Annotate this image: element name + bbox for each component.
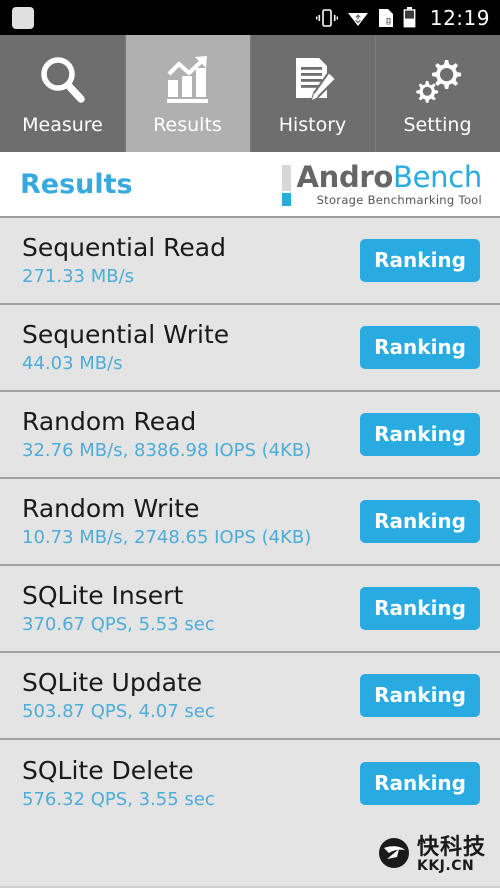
status-bar-right: 12:19 [315,5,490,30]
result-value: 503.87 QPS, 4.07 sec [22,700,215,722]
wifi-icon [347,9,369,27]
result-name: Random Write [22,493,200,523]
tab-bar: Measure Results History Setting [0,35,500,152]
logo-bar-mark [282,164,292,206]
result-value: 10.73 MB/s, 2748.65 IOPS (4KB) [22,526,312,548]
result-texts: Random Write 10.73 MB/s, 2748.65 IOPS (4… [22,494,311,550]
result-texts: SQLite Delete 576.32 QPS, 3.55 sec [22,756,215,812]
watermark: 快科技 KKJ.CN [377,836,486,874]
battery-icon [403,7,416,28]
tab-measure-label: Measure [22,113,103,136]
tab-setting-label: Setting [403,113,472,136]
table-row[interactable]: Sequential Write 44.03 MB/s Ranking [0,305,500,392]
tab-history[interactable]: History [250,35,375,152]
result-name: SQLite Update [22,667,203,697]
result-texts: SQLite Insert 370.67 QPS, 5.53 sec [22,581,215,637]
vibrate-icon [315,8,338,27]
table-row[interactable]: SQLite Update 503.87 QPS, 4.07 sec Ranki… [0,653,500,740]
results-list: Sequential Read 271.33 MB/s Ranking Sequ… [0,218,500,888]
logo-tagline: Storage Benchmarking Tool [316,192,482,207]
ranking-button[interactable]: Ranking [360,674,480,717]
app-square-icon [12,6,34,29]
result-value: 271.33 MB/s [22,265,135,287]
sim-card-icon [378,8,394,28]
logo-bench: Bench [393,159,482,194]
androbench-logo: AndroBench Storage Benchmarking Tool [282,162,482,207]
result-name: Sequential Read [22,232,226,262]
status-bar-left [12,6,316,29]
watermark-en: KKJ.CN [416,857,475,874]
watermark-text: 快科技 KKJ.CN [416,834,486,874]
result-name: Sequential Write [22,319,230,349]
ranking-button[interactable]: Ranking [360,239,480,282]
bar-chart-arrow-icon [162,52,214,108]
tab-results-label: Results [153,113,222,136]
result-value: 44.03 MB/s [22,352,123,374]
ranking-button[interactable]: Ranking [360,326,480,369]
tab-history-label: History [278,113,347,136]
table-row[interactable]: Random Read 32.76 MB/s, 8386.98 IOPS (4K… [0,392,500,479]
table-row[interactable]: SQLite Delete 576.32 QPS, 3.55 sec Ranki… [0,740,500,827]
watermark-cn: 快科技 [416,834,486,860]
tab-setting[interactable]: Setting [375,35,500,152]
logo-wordmark: AndroBench [296,162,482,192]
magnifier-icon [37,52,89,108]
gears-icon [412,52,464,108]
result-name: Random Read [22,406,197,436]
page-header: Results AndroBench Storage Benchmarking … [0,152,500,218]
table-row[interactable]: Random Write 10.73 MB/s, 2748.65 IOPS (4… [0,479,500,566]
tab-measure[interactable]: Measure [0,35,125,152]
status-bar-clock: 12:19 [429,5,490,30]
result-value: 32.76 MB/s, 8386.98 IOPS (4KB) [22,439,312,461]
phone-screen: 12:19 Measure Results History Setting Re… [0,0,500,888]
arrow-circle-icon [377,836,411,874]
result-texts: Sequential Write 44.03 MB/s [22,320,229,376]
result-texts: Sequential Read 271.33 MB/s [22,233,226,289]
logo-andro: Andro [296,159,394,194]
result-value: 370.67 QPS, 5.53 sec [22,613,215,635]
document-pencil-icon [287,52,339,108]
ranking-button[interactable]: Ranking [360,762,480,805]
status-bar: 12:19 [0,0,500,35]
page-title: Results [20,168,133,200]
result-value: 576.32 QPS, 3.55 sec [22,788,215,810]
ranking-button[interactable]: Ranking [360,413,480,456]
result-texts: SQLite Update 503.87 QPS, 4.07 sec [22,668,215,724]
tab-results[interactable]: Results [125,35,250,152]
result-texts: Random Read 32.76 MB/s, 8386.98 IOPS (4K… [22,407,311,463]
ranking-button[interactable]: Ranking [360,500,480,543]
table-row[interactable]: SQLite Insert 370.67 QPS, 5.53 sec Ranki… [0,566,500,653]
result-name: SQLite Delete [22,755,194,785]
ranking-button[interactable]: Ranking [360,587,480,630]
logo-text: AndroBench Storage Benchmarking Tool [296,162,482,207]
result-name: SQLite Insert [22,580,184,610]
table-row[interactable]: Sequential Read 271.33 MB/s Ranking [0,218,500,305]
